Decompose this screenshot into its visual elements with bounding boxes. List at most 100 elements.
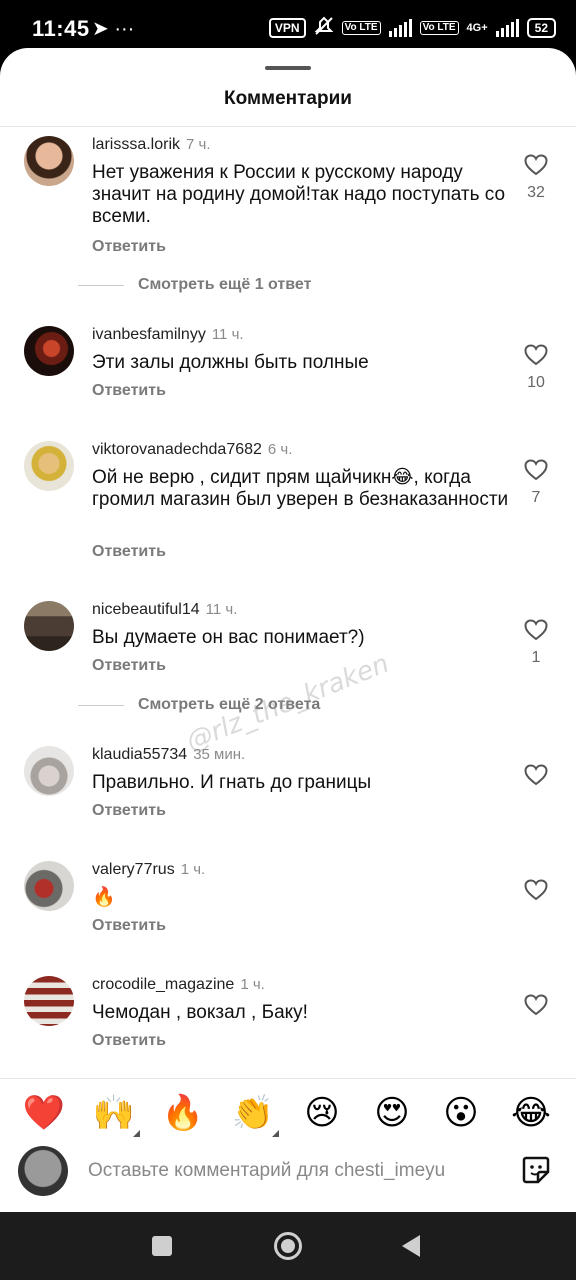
status-icons: VPN Vo LTE Vo LTE 4G+ 52: [268, 16, 556, 39]
comment-text: 🔥: [92, 887, 116, 908]
signal-icon-2: [495, 18, 519, 37]
comment-text: Правильно. И гнать до границы: [92, 772, 372, 793]
comment-time: 1 ч.: [240, 976, 265, 993]
telegram-icon: ➤ ···: [92, 18, 135, 40]
comment-time: 7 ч.: [186, 136, 211, 153]
avatar[interactable]: [24, 326, 74, 376]
reaction-heart-icon[interactable]: ❤️: [22, 1095, 66, 1131]
comment-input[interactable]: [88, 1156, 488, 1186]
reply-button[interactable]: Ответить: [92, 657, 166, 675]
like-count: 1: [531, 649, 541, 666]
reply-button[interactable]: Ответить: [92, 543, 166, 561]
reaction-heart-eyes-icon[interactable]: 😍: [370, 1095, 414, 1131]
home-circle-icon[interactable]: [274, 1232, 302, 1260]
reaction-clap-icon[interactable]: 👏: [231, 1094, 279, 1137]
comment-text: Эти залы должны быть полные: [92, 352, 369, 373]
comment-header: crocodile_magazine 1 ч.: [92, 976, 265, 994]
reaction-laughing-icon[interactable]: 😂: [509, 1095, 553, 1131]
avatar[interactable]: [24, 441, 74, 491]
vpn-icon: VPN: [268, 17, 306, 38]
network-type: 4G+: [466, 21, 488, 34]
comment-text: Ой не верю , сидит прям щайчикн😂, когда …: [92, 467, 509, 510]
reply-button[interactable]: Ответить: [92, 238, 166, 256]
clap-emoji: 👏: [231, 1094, 275, 1132]
username[interactable]: viktorovanadechda7682: [92, 441, 262, 458]
heart-outline-icon: [524, 344, 548, 366]
signal-icon: [388, 18, 412, 37]
divider-line: [78, 284, 124, 286]
like-button[interactable]: 7: [522, 459, 550, 507]
comment-time: 11 ч.: [211, 326, 244, 343]
username[interactable]: larisssa.lorik: [92, 136, 180, 153]
comments-sheet: Комментарии larisssa.lorik 7 ч. Нет уваже…: [0, 48, 576, 1212]
like-button[interactable]: [522, 879, 550, 901]
like-count: 32: [527, 184, 545, 201]
comment-header: ivanbesfamilnyy 11 ч.: [92, 326, 244, 344]
like-button[interactable]: [522, 764, 550, 786]
comment-text: Вы думаете он вас понимает?): [92, 627, 365, 648]
avatar[interactable]: [24, 861, 74, 911]
recents-square-icon[interactable]: [152, 1236, 172, 1256]
comment-text: Чемодан , вокзал , Баку!: [92, 1002, 308, 1023]
drag-handle[interactable]: [265, 66, 311, 70]
reaction-surprised-icon[interactable]: 😮: [439, 1095, 483, 1131]
back-triangle-icon[interactable]: [402, 1235, 420, 1257]
heart-outline-icon: [524, 154, 548, 176]
like-button[interactable]: 10: [522, 344, 550, 392]
divider-line: [78, 704, 124, 706]
divider: [0, 126, 576, 127]
reaction-crying-icon[interactable]: 😢: [300, 1095, 344, 1131]
comment-header: klaudia55734 35 мин.: [92, 746, 245, 764]
avatar[interactable]: [24, 976, 74, 1026]
comment-time: 35 мин.: [193, 746, 246, 763]
user-avatar: [18, 1146, 68, 1196]
like-button[interactable]: [522, 994, 550, 1016]
username[interactable]: crocodile_magazine: [92, 976, 234, 993]
reply-button[interactable]: Ответить: [92, 1032, 166, 1050]
status-time: 11:45: [32, 16, 90, 41]
mute-icon: [314, 16, 334, 39]
avatar[interactable]: [24, 136, 74, 186]
reply-button[interactable]: Ответить: [92, 802, 166, 820]
heart-outline-icon: [524, 764, 548, 786]
view-more-replies-label: Смотреть ещё 2 ответа: [138, 696, 321, 713]
comment-header: viktorovanadechda7682 6 ч.: [92, 441, 292, 459]
comment-header: nicebeautiful14 11 ч.: [92, 601, 237, 619]
view-more-replies-button[interactable]: Смотреть ещё 1 ответ: [78, 276, 311, 294]
comment-time: 1 ч.: [180, 861, 206, 878]
heart-outline-icon: [524, 879, 548, 901]
volte-icon: Vo LTE: [341, 20, 381, 35]
view-more-replies-label: Смотреть ещё 1 ответ: [138, 276, 312, 293]
heart-outline-icon: [524, 619, 548, 641]
comment-time: 6 ч.: [267, 441, 293, 458]
heart-outline-icon: [524, 459, 548, 481]
view-more-replies-button[interactable]: Смотреть ещё 2 ответа: [78, 696, 320, 714]
reply-button[interactable]: Ответить: [92, 382, 166, 400]
raised-hands-emoji: 🙌: [92, 1094, 136, 1132]
sheet-title: Комментарии: [224, 88, 352, 109]
reaction-raised-hands-icon[interactable]: 🙌: [92, 1094, 140, 1137]
like-button[interactable]: 1: [522, 619, 550, 667]
comment-composer: [0, 1146, 576, 1212]
sticker-icon[interactable]: [520, 1154, 552, 1191]
like-count: 10: [527, 374, 545, 391]
username[interactable]: klaudia55734: [92, 746, 187, 763]
avatar[interactable]: [24, 601, 74, 651]
comment-header: valery77rus 1 ч.: [92, 861, 205, 879]
system-nav-bar: [0, 1212, 576, 1280]
heart-outline-icon: [524, 994, 548, 1016]
volte-icon-2: Vo LTE: [419, 20, 459, 35]
comment-time: 11 ч.: [205, 601, 238, 618]
comment-header: larisssa.lorik 7 ч.: [92, 136, 211, 154]
username[interactable]: valery77rus: [92, 861, 175, 878]
avatar[interactable]: [24, 746, 74, 796]
reply-button[interactable]: Ответить: [92, 917, 166, 935]
like-button[interactable]: 32: [522, 154, 550, 202]
username[interactable]: ivanbesfamilnyy: [92, 326, 206, 343]
battery-icon: 52: [526, 17, 556, 38]
quick-reactions-bar: ❤️ 🙌 🔥 👏 😢 😍 😮 😂: [0, 1078, 576, 1148]
username[interactable]: nicebeautiful14: [92, 601, 200, 618]
comment-text: Нет уважения к России к русскому народу …: [92, 162, 506, 227]
like-count: 7: [531, 489, 541, 506]
reaction-fire-icon[interactable]: 🔥: [161, 1095, 205, 1131]
